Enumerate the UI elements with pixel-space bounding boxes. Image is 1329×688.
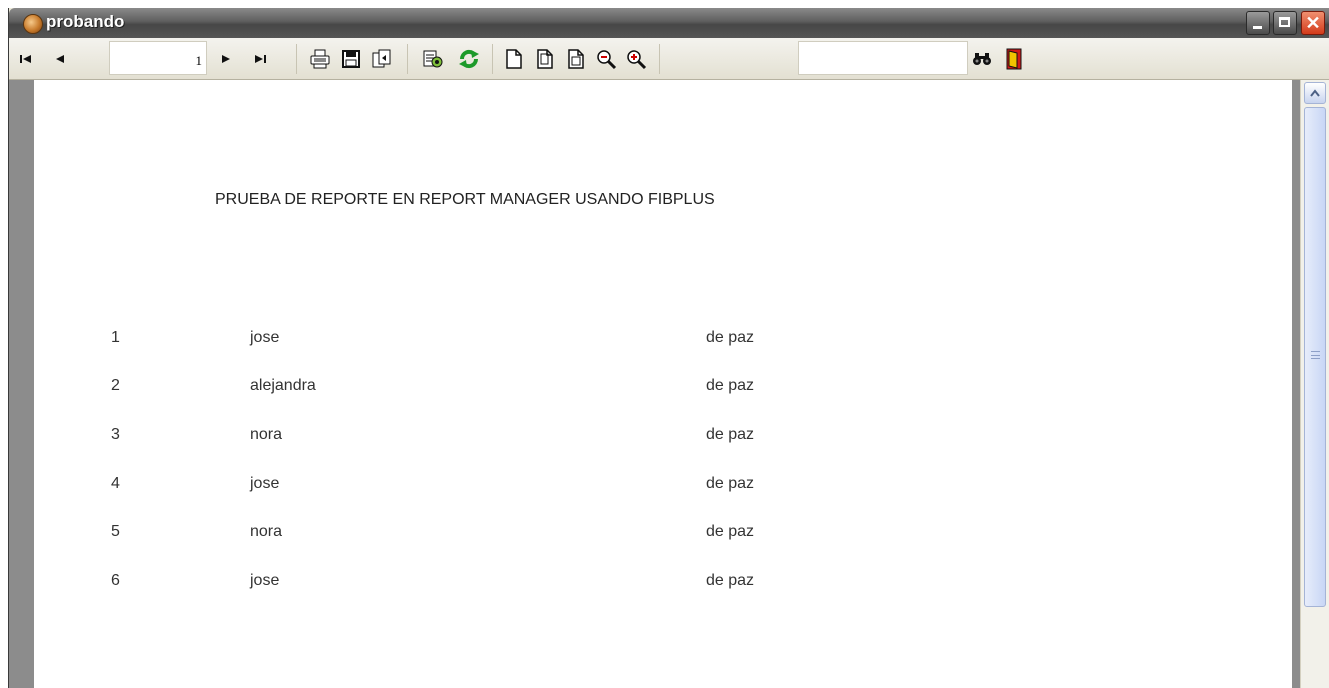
row-last-name: de paz (706, 377, 755, 394)
row-number: 4 (111, 475, 120, 492)
zoom-in-button[interactable] (625, 48, 647, 70)
export-icon (372, 49, 391, 68)
scrollbar-thumb[interactable] (1304, 107, 1326, 607)
row-last-name: de paz (706, 329, 755, 346)
report-page: PRUEBA DE REPORTE EN REPORT MANAGER USAN… (34, 80, 1292, 688)
scroll-up-button[interactable] (1304, 82, 1326, 104)
row-name: jose (250, 329, 280, 346)
row-name: alejandra (250, 377, 316, 394)
page-number-input[interactable] (109, 41, 207, 75)
save-button[interactable] (340, 48, 362, 70)
last-page-icon (255, 55, 266, 63)
toolbar-separator (296, 44, 297, 74)
toolbar-separator (659, 44, 660, 74)
minimize-icon (1253, 26, 1262, 29)
window-title: probando (46, 12, 125, 31)
find-button[interactable] (971, 48, 993, 70)
row-last-name: de paz (706, 523, 755, 540)
full-page-button[interactable] (565, 48, 587, 70)
report-title: PRUEBA DE REPORTE EN REPORT MANAGER USAN… (215, 191, 715, 208)
refresh-button[interactable] (457, 48, 479, 70)
table-row: 3 nora de paz (34, 426, 1034, 448)
report-viewport: PRUEBA DE REPORTE EN REPORT MANAGER USAN… (9, 80, 1300, 688)
vertical-scrollbar[interactable] (1300, 80, 1329, 688)
close-button[interactable]: ✕ (1301, 11, 1325, 35)
row-number: 2 (111, 377, 120, 394)
previous-page-icon (56, 55, 64, 63)
row-number: 6 (111, 572, 120, 589)
row-number: 5 (111, 523, 120, 540)
full-page-icon (568, 49, 584, 69)
print-button[interactable] (309, 48, 331, 70)
exit-icon (1006, 48, 1022, 70)
previous-page-button[interactable] (49, 48, 71, 70)
parameters-button[interactable] (422, 48, 444, 70)
page-width-button[interactable] (503, 48, 525, 70)
toolbar (9, 38, 1329, 80)
search-input[interactable] (798, 41, 968, 75)
app-icon (23, 14, 43, 34)
report-preview-window: probando ✕ 1 PRUEBA DE REPORTE EN REPORT… (8, 8, 1329, 688)
toolbar-separator (407, 44, 408, 74)
row-name: jose (250, 475, 280, 492)
next-page-button[interactable] (215, 48, 237, 70)
parameters-icon (423, 50, 443, 68)
first-page-icon (20, 55, 31, 63)
grip-icon (1311, 351, 1320, 359)
next-page-icon (222, 55, 230, 63)
refresh-icon (459, 49, 479, 69)
title-bar[interactable]: probando ✕ (9, 8, 1329, 38)
row-name: nora (250, 523, 283, 540)
row-number: 1 (111, 329, 120, 346)
find-icon (973, 53, 991, 65)
row-last-name: de paz (706, 475, 755, 492)
table-row: 2 alejandra de paz (34, 377, 1034, 399)
save-icon (342, 50, 360, 68)
row-last-name: de paz (706, 426, 755, 443)
export-button[interactable] (371, 48, 393, 70)
last-page-button[interactable] (249, 48, 271, 70)
table-row: 6 jose de paz (34, 572, 1034, 594)
zoom-out-button[interactable] (595, 48, 617, 70)
page-width-icon (506, 49, 522, 69)
table-row: 1 jose de paz (34, 329, 1034, 351)
print-icon (310, 49, 330, 69)
toolbar-separator (492, 44, 493, 74)
page-height-button[interactable] (534, 48, 556, 70)
table-row: 4 jose de paz (34, 475, 1034, 497)
row-last-name: de paz (706, 572, 755, 589)
exit-button[interactable] (1003, 48, 1025, 70)
row-number: 3 (111, 426, 120, 443)
maximize-button[interactable] (1273, 11, 1297, 35)
close-icon: ✕ (1305, 13, 1321, 33)
page-height-icon (537, 49, 553, 69)
row-name: nora (250, 426, 283, 443)
table-row: 5 nora de paz (34, 523, 1034, 545)
zoom-in-icon (627, 50, 647, 70)
zoom-out-icon (597, 50, 617, 70)
first-page-button[interactable] (15, 48, 37, 70)
minimize-button[interactable] (1246, 11, 1270, 35)
row-name: jose (250, 572, 280, 589)
chevron-up-icon (1310, 89, 1320, 97)
maximize-icon (1279, 17, 1290, 27)
